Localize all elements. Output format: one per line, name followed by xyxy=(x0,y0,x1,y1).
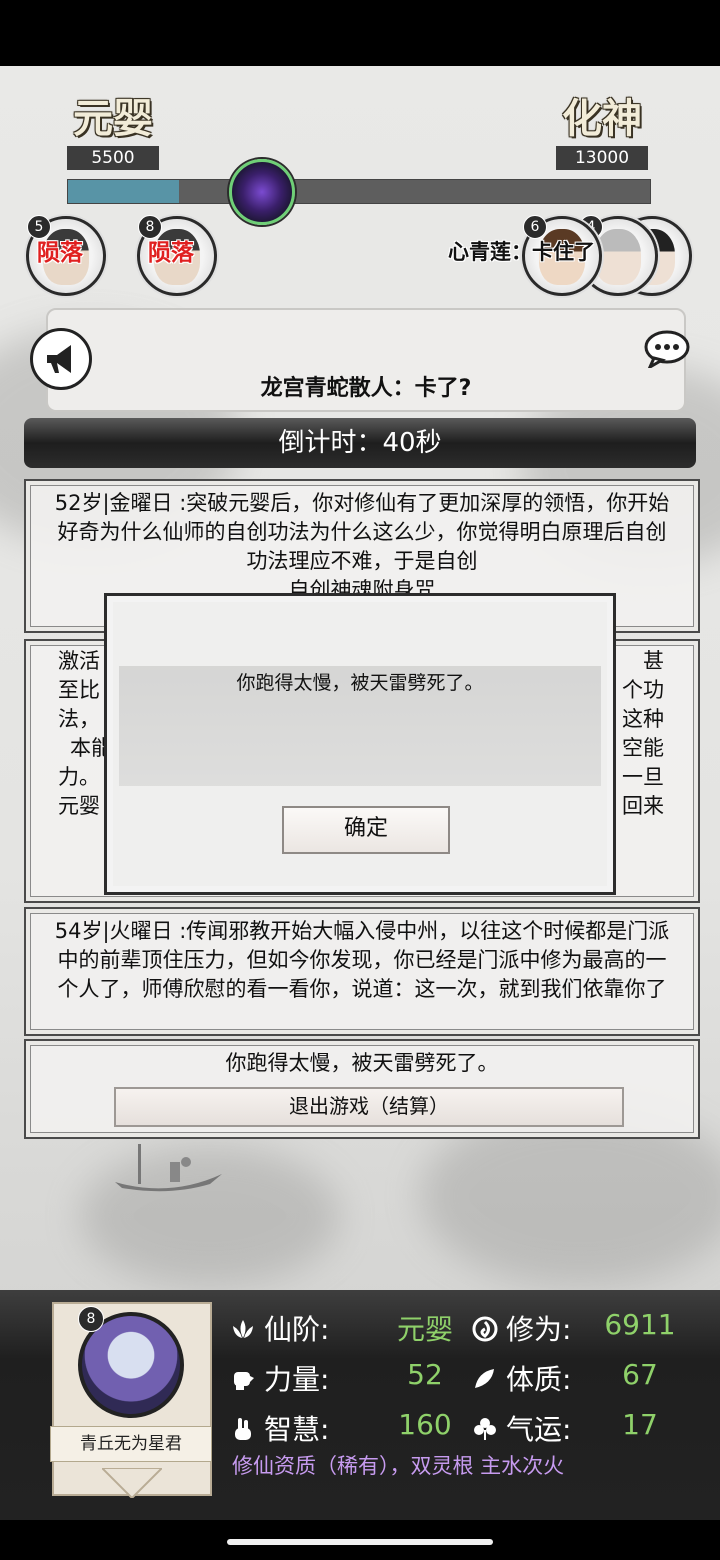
stat-value: 元婴 xyxy=(396,1313,453,1346)
character-card[interactable]: 8 青丘无为星君 xyxy=(50,1302,212,1498)
stat-realm: 仙阶: 元婴 xyxy=(230,1308,453,1348)
stat-label: 智慧: xyxy=(264,1413,330,1446)
stat-label: 仙阶: xyxy=(264,1313,330,1346)
stat-constitution: 体质: 67 xyxy=(472,1358,658,1398)
home-gesture-bar[interactable] xyxy=(227,1539,493,1545)
character-name: 青丘无为星君 xyxy=(50,1426,212,1462)
stat-luck: 气运: 17 xyxy=(472,1408,658,1448)
clover-icon xyxy=(474,1418,496,1440)
stat-value: 17 xyxy=(622,1408,658,1441)
stat-label: 力量: xyxy=(264,1363,330,1396)
stat-value: 160 xyxy=(398,1408,452,1441)
alert-dialog: 你跑得太慢，被天雷劈死了。 确定 xyxy=(104,593,616,895)
stat-value: 6911 xyxy=(604,1308,676,1341)
lotus-icon xyxy=(233,1320,253,1338)
stat-value: 67 xyxy=(622,1358,658,1391)
character-level-badge: 8 xyxy=(78,1306,104,1332)
hand-sign-icon xyxy=(235,1418,251,1440)
stat-value: 52 xyxy=(407,1358,443,1391)
system-nav-bar xyxy=(0,1520,720,1560)
stat-wisdom: 智慧: 160 xyxy=(230,1408,452,1448)
stat-strength: 力量: 52 xyxy=(230,1358,443,1398)
confirm-button[interactable]: 确定 xyxy=(282,806,450,854)
swirl-icon xyxy=(472,1316,498,1342)
stat-label: 修为: xyxy=(506,1313,572,1346)
aptitude-text: 修仙资质（稀有），双灵根 主水次火 xyxy=(232,1454,565,1478)
dialog-message: 你跑得太慢，被天雷劈死了。 xyxy=(236,672,484,694)
leaf-icon xyxy=(475,1369,494,1388)
stat-label: 体质: xyxy=(506,1363,572,1396)
stat-label: 气运: xyxy=(506,1413,572,1446)
fist-icon xyxy=(234,1372,254,1390)
stat-cultivation: 修为: 6911 xyxy=(472,1308,676,1348)
scroll-tip-decoration xyxy=(102,1468,162,1498)
game-screen: 元婴 5500 化神 13000 5 陨落 8 陨落 4 6 心青莲：卡住了 龙… xyxy=(0,66,720,1520)
